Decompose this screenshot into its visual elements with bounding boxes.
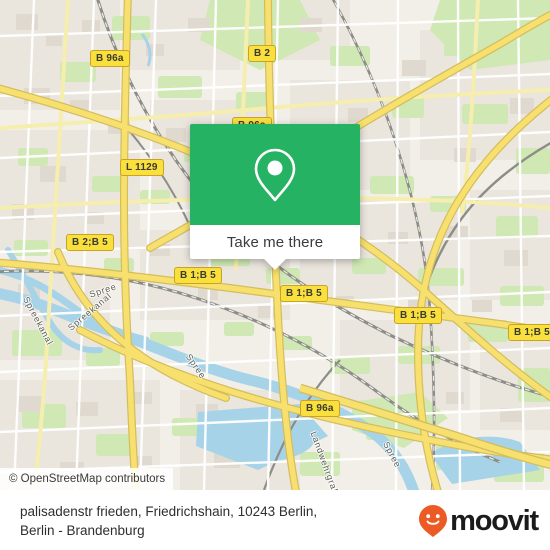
road-shield: B 2: [248, 45, 277, 62]
location-pin-icon: [254, 148, 296, 201]
road-shield: B 1;B 5: [280, 285, 328, 302]
moovit-wordmark: moovit: [450, 505, 539, 537]
moovit-map-screen: B 96a B 2 B 96a L 1129 B 2;B 5 B 1;B 5 B…: [0, 0, 550, 550]
address-line-1: palisadenstr frieden, Friedrichshain, 10…: [20, 504, 318, 519]
road-shield: B 1;B 5: [394, 307, 442, 324]
road-shield: B 96a: [90, 50, 130, 67]
footer-bar: palisadenstr frieden, Friedrichshain, 10…: [0, 490, 550, 550]
map-canvas[interactable]: B 96a B 2 B 96a L 1129 B 2;B 5 B 1;B 5 B…: [0, 0, 550, 490]
map-attribution[interactable]: © OpenStreetMap contributors: [0, 468, 174, 490]
moovit-logo[interactable]: moovit: [418, 504, 539, 538]
take-me-there-button[interactable]: Take me there: [190, 225, 360, 259]
location-popup-card[interactable]: Take me there: [190, 124, 360, 270]
popup-tail: [264, 259, 286, 270]
address-text: palisadenstr frieden, Friedrichshain, 10…: [20, 502, 400, 540]
moovit-pin-smiley-icon: [419, 505, 448, 537]
road-shield: L 1129: [120, 159, 164, 176]
road-shield: B 1;B 5: [508, 324, 550, 341]
address-line-2: Berlin - Brandenburg: [20, 523, 145, 538]
take-me-there-label: Take me there: [226, 233, 324, 251]
road-shield: B 2;B 5: [66, 234, 114, 251]
popup-icon-area: [190, 124, 360, 225]
road-shield: B 96a: [300, 400, 340, 417]
